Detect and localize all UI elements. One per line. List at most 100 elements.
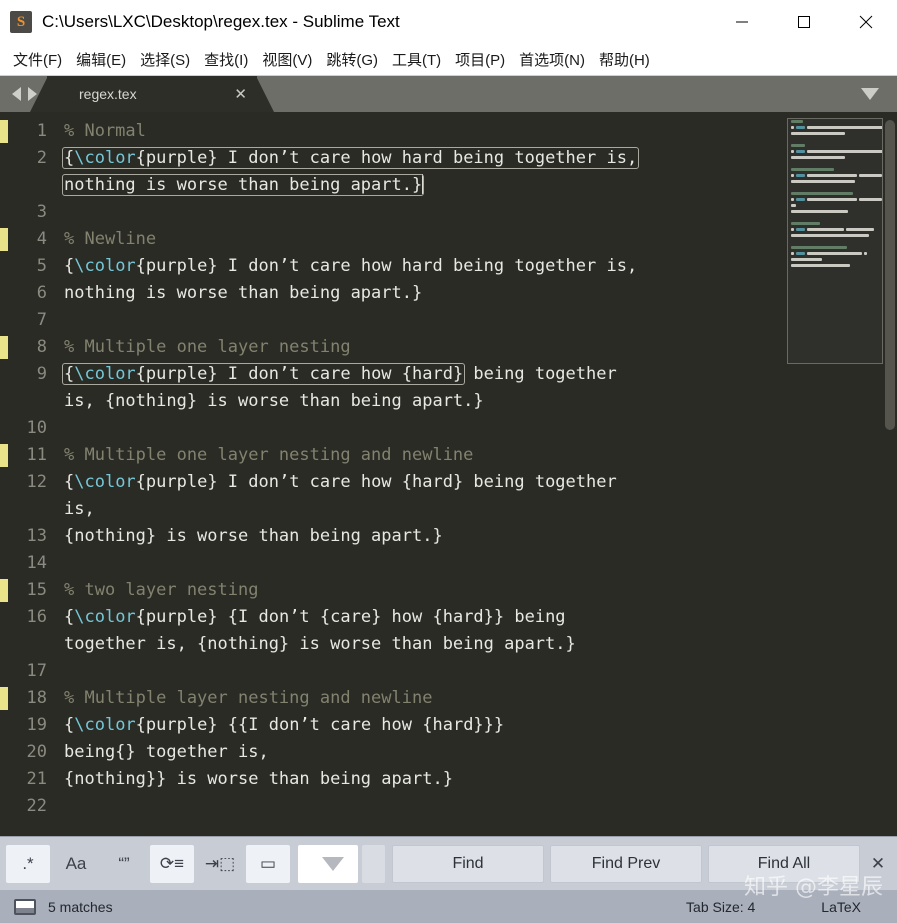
maximize-button[interactable] — [773, 0, 835, 44]
gutter-bookmark-mark — [0, 444, 8, 467]
wrap-toggle[interactable]: ⟳≡ — [150, 844, 194, 883]
code-line[interactable]: nothing is worse than being apart.} — [61, 172, 897, 199]
menu-selection[interactable]: 选择(S) — [133, 45, 197, 74]
code-line[interactable]: together is, {nothing} is worse than bei… — [64, 631, 897, 658]
tab-overflow-menu-button[interactable] — [843, 76, 897, 112]
code-text: being together — [463, 472, 617, 492]
code-command: \color — [74, 715, 136, 735]
whole-word-toggle[interactable]: “” — [102, 845, 146, 883]
line-number: 7 — [36, 310, 47, 330]
find-prev-button[interactable]: Find Prev — [550, 844, 702, 883]
code-line[interactable] — [64, 658, 897, 685]
code-line[interactable]: is, {nothing} is worse than being apart.… — [64, 388, 897, 415]
gutter-bookmark-mark — [0, 120, 8, 143]
menu-goto[interactable]: 跳转(G) — [319, 45, 385, 74]
line-number: 8 — [36, 337, 47, 357]
sublime-text-window: S C:\Users\LXC\Desktop\regex.tex - Subli… — [0, 0, 897, 923]
editor-area[interactable]: 1 2 3 4 5 6 7 8 9 10 11 12 13 14 15 16 17 18 19 20 21 22 % No… — [0, 112, 897, 836]
close-icon — [859, 15, 873, 29]
code-line[interactable]: {nothing}} is worse than being apart.} — [64, 766, 897, 793]
search-match-highlight: {\color{purple} I don’t care how {hard} — [61, 363, 466, 385]
code-text: { — [64, 607, 75, 627]
chevron-down-icon — [861, 88, 879, 100]
code-line[interactable]: % Newline — [64, 226, 897, 253]
line-number: 14 — [26, 553, 47, 573]
code-line[interactable] — [64, 550, 897, 577]
tab-next-icon[interactable] — [28, 87, 37, 101]
code-line[interactable]: {nothing} is worse than being apart.} — [64, 523, 897, 550]
tab-close-icon[interactable]: ✕ — [234, 87, 247, 102]
menu-project[interactable]: 项目(P) — [448, 45, 512, 74]
code-line[interactable]: % Multiple layer nesting and newline — [64, 685, 897, 712]
highlight-results-toggle[interactable]: ▭ — [246, 844, 290, 883]
code-line[interactable]: % two layer nesting — [64, 577, 897, 604]
line-number: 22 — [26, 796, 47, 816]
code-line[interactable]: % Multiple one layer nesting and newline — [64, 442, 897, 469]
gutter-bookmark-mark — [0, 228, 8, 251]
code-line[interactable] — [64, 307, 897, 334]
code-line[interactable]: is, — [64, 496, 897, 523]
tab-size-label[interactable]: Tab Size: 4 — [686, 899, 755, 915]
code-text: { — [64, 148, 75, 168]
code-line[interactable]: {\color{purple} {I don’t {care} how {har… — [64, 604, 897, 631]
in-selection-toggle[interactable]: ⇥⬚ — [198, 845, 242, 883]
code-line[interactable] — [64, 199, 897, 226]
code-line[interactable]: {\color{purple} I don’t care how {hard} … — [64, 469, 897, 496]
code-command: \color — [74, 607, 136, 627]
minimize-button[interactable] — [711, 0, 773, 44]
menu-edit[interactable]: 编辑(E) — [69, 45, 133, 74]
text-cursor — [422, 174, 424, 194]
find-all-button[interactable]: Find All — [708, 844, 860, 883]
find-bar-close-icon[interactable]: ✕ — [863, 854, 893, 874]
code-text: {nothing}} is worse than being apart.} — [64, 769, 453, 789]
menu-find[interactable]: 查找(I) — [197, 45, 255, 74]
code-line[interactable]: nothing is worse than being apart.} — [64, 280, 897, 307]
find-button[interactable]: Find — [392, 844, 544, 883]
gutter-bookmark-mark — [0, 579, 8, 602]
code-line[interactable]: {\color{purple} I don’t care how {hard} … — [61, 361, 897, 388]
menu-help[interactable]: 帮助(H) — [592, 45, 657, 74]
code-text: nothing is worse than being apart.} — [64, 283, 423, 303]
syntax-label[interactable]: LaTeX — [821, 899, 861, 915]
line-number: 18 — [26, 688, 47, 708]
tab-label: regex.tex — [79, 86, 137, 102]
find-input[interactable] — [362, 844, 385, 883]
code-line[interactable] — [64, 793, 897, 820]
tab-prev-icon[interactable] — [12, 87, 21, 101]
code-line[interactable] — [64, 415, 897, 442]
line-number — [8, 631, 47, 658]
code-text: together is, {nothing} is worse than bei… — [64, 634, 576, 654]
code-line[interactable]: {\color{purple} I don’t care how hard be… — [61, 145, 897, 172]
code-text: {purple} I don’t care how hard being tog… — [135, 148, 638, 168]
menu-preferences[interactable]: 首选项(N) — [512, 45, 592, 74]
code-line[interactable]: {\color{purple} I don’t care how hard be… — [64, 253, 897, 280]
find-history-dropdown[interactable] — [298, 844, 358, 883]
regex-toggle[interactable]: .* — [6, 844, 50, 883]
menu-bar: 文件(F) 编辑(E) 选择(S) 查找(I) 视图(V) 跳转(G) 工具(T) 项目(P)… — [0, 44, 897, 76]
code-text: {purple} I don’t care how hard being tog… — [135, 256, 638, 276]
gutter-bookmark-marks — [0, 112, 8, 836]
menu-file[interactable]: 文件(F) — [6, 45, 69, 74]
case-sensitive-toggle[interactable]: Aa — [54, 845, 98, 883]
menu-view[interactable]: 视图(V) — [255, 45, 319, 74]
code-text: being together — [463, 364, 617, 384]
code-line[interactable]: {\color{purple} {{I don’t care how {hard… — [64, 712, 897, 739]
code-text: is, — [64, 499, 95, 519]
minimap-viewport[interactable] — [787, 118, 883, 364]
menu-tools[interactable]: 工具(T) — [385, 45, 448, 74]
vertical-scrollbar[interactable] — [885, 120, 895, 430]
line-number: 13 — [26, 526, 47, 546]
code-line[interactable]: % Normal — [64, 118, 897, 145]
code-text: being{} together is, — [64, 742, 269, 762]
sublime-logo-icon: S — [10, 11, 32, 33]
line-number: 21 — [26, 769, 47, 789]
maximize-icon — [798, 16, 810, 28]
console-toggle-icon[interactable] — [14, 898, 36, 915]
minimap[interactable] — [787, 112, 883, 836]
code-line[interactable]: % Multiple one layer nesting — [64, 334, 897, 361]
tab-regex-tex[interactable]: regex.tex ✕ — [47, 76, 257, 112]
code-line[interactable]: being{} together is, — [64, 739, 897, 766]
close-button[interactable] — [835, 0, 897, 44]
code-content[interactable]: % Normal {\color{purple} I don’t care how… — [60, 112, 897, 836]
code-text: being together — [463, 364, 617, 384]
